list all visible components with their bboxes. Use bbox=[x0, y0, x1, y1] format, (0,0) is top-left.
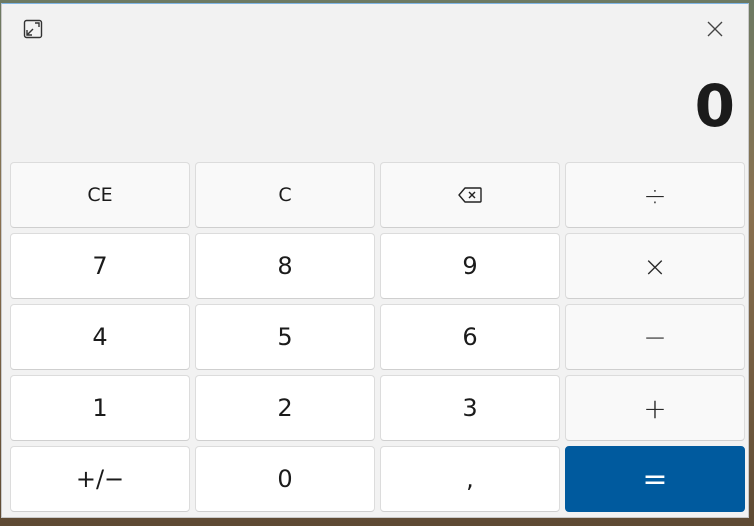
clear-button[interactable]: C bbox=[195, 162, 375, 228]
clear-entry-button[interactable]: CE bbox=[10, 162, 190, 228]
digit-0-button[interactable]: 0 bbox=[195, 446, 375, 512]
digit-5-button[interactable]: 5 bbox=[195, 304, 375, 370]
backspace-icon bbox=[458, 187, 482, 203]
equals-button[interactable]: = bbox=[565, 446, 745, 512]
compact-overlay-icon bbox=[23, 19, 43, 39]
decimal-button[interactable]: , bbox=[380, 446, 560, 512]
digit-9-button[interactable]: 9 bbox=[380, 233, 560, 299]
close-icon bbox=[707, 21, 723, 37]
negate-button[interactable]: +/− bbox=[10, 446, 190, 512]
digit-4-button[interactable]: 4 bbox=[10, 304, 190, 370]
digit-8-button[interactable]: 8 bbox=[195, 233, 375, 299]
digit-3-button[interactable]: 3 bbox=[380, 375, 560, 441]
divide-button[interactable]: ÷ bbox=[565, 162, 745, 228]
keypad: CE C ÷ 7 8 9 × 4 5 6 − 1 2 3 + +/− 0 , = bbox=[10, 162, 745, 512]
digit-2-button[interactable]: 2 bbox=[195, 375, 375, 441]
add-button[interactable]: + bbox=[565, 375, 745, 441]
backspace-button[interactable] bbox=[380, 162, 560, 228]
result-display: 0 bbox=[694, 72, 735, 140]
multiply-button[interactable]: × bbox=[565, 233, 745, 299]
digit-1-button[interactable]: 1 bbox=[10, 375, 190, 441]
close-button[interactable] bbox=[700, 14, 730, 44]
compact-overlay-button[interactable] bbox=[18, 14, 48, 44]
calculator-window: 0 CE C ÷ 7 8 9 × 4 5 6 − 1 2 3 + +/− 0 ,… bbox=[1, 3, 749, 518]
digit-6-button[interactable]: 6 bbox=[380, 304, 560, 370]
subtract-button[interactable]: − bbox=[565, 304, 745, 370]
digit-7-button[interactable]: 7 bbox=[10, 233, 190, 299]
